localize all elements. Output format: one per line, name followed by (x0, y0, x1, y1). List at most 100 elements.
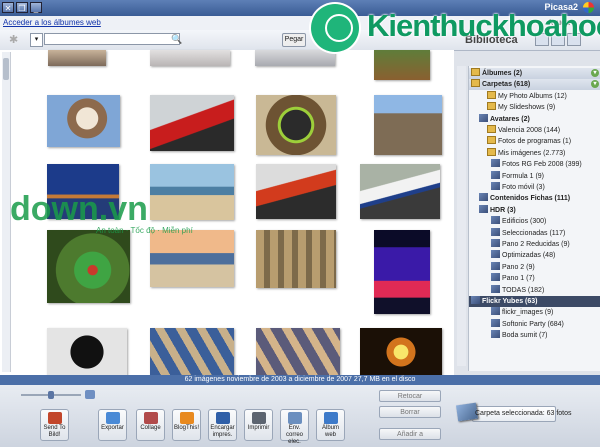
library-tree-item[interactable]: TODAS (182) (469, 284, 600, 296)
search-input[interactable] (44, 33, 180, 45)
zoom-icon[interactable] (85, 390, 95, 399)
sort-dropdown[interactable]: ▾ (30, 33, 43, 47)
watermark-bottom: down.vn An toàn · Tốc độ · Miễn phí (0, 190, 210, 240)
photo-thumbnail[interactable] (150, 95, 234, 151)
tool-button-1[interactable]: Env. correo elec. (280, 409, 309, 445)
photo-thumbnail[interactable] (256, 230, 336, 288)
photo-folder-icon (471, 296, 480, 304)
web-albums-link[interactable]: Acceder a los álbumes web (3, 18, 101, 27)
library-tree-item[interactable]: Flickr Yubes (63) (469, 296, 600, 307)
photo-thumbnail[interactable] (256, 328, 340, 376)
folder-icon (487, 90, 496, 99)
library-tree-label: Edificios (300) (502, 218, 547, 226)
photo-thumbnail[interactable] (150, 328, 234, 376)
library-tree-item[interactable]: Softonic Party (684) (469, 318, 600, 330)
library-tree-label: Mis imágenes (2.773) (498, 149, 566, 157)
delete-button[interactable]: Borrar (379, 406, 441, 418)
library-tree-item[interactable]: Formula 1 (9) (469, 170, 600, 182)
photo-thumbnail[interactable] (360, 328, 442, 376)
library-tree-item[interactable]: Valencia 2008 (144) (469, 125, 600, 136)
star-icon[interactable]: ✱ (9, 33, 18, 46)
photo-thumbnail[interactable] (256, 95, 336, 155)
photo-folder-icon (491, 318, 500, 327)
library-tree-item[interactable]: Avatares (2) (469, 113, 600, 125)
photo-folder-icon (479, 193, 488, 202)
library-tree-label: Optimizadas (48) (502, 252, 556, 260)
photo-folder-icon (491, 273, 500, 282)
folder-icon (471, 68, 480, 76)
maximize-button[interactable]: ❐ (16, 2, 28, 13)
library-tree-item[interactable]: Fotos de programas (1) (469, 136, 600, 147)
library-tree-item[interactable]: Pano 2 Reducidas (9) (469, 239, 600, 250)
folder-icon (487, 125, 496, 133)
library-tree-label: Contenidos Fichas (111) (490, 195, 571, 203)
tool-label: Send To Bild! (43, 425, 66, 438)
library-tree-item[interactable]: Mis imágenes (2.773) (469, 147, 600, 159)
zoom-slider[interactable] (15, 390, 95, 400)
scroll-thumb[interactable] (3, 58, 9, 80)
library-tree-item[interactable]: Álbumes (2) ▾ (469, 68, 600, 79)
photo-folder-icon (491, 227, 500, 236)
folder-icon (471, 79, 480, 88)
photo-thumbnail[interactable] (48, 50, 106, 66)
tool-button-4[interactable]: BlogThis! (172, 409, 201, 441)
library-tree-label: Formula 1 (9) (502, 172, 545, 180)
library-tree: Álbumes (2) ▾ Carpetas (618) ▾ My Photo Albu… (468, 66, 600, 371)
add-to-button[interactable]: Añadir a (379, 428, 441, 440)
paste-button[interactable]: Pegar (282, 33, 306, 47)
tool-icon (323, 412, 338, 424)
photo-thumbnail[interactable] (150, 50, 230, 66)
library-tree-item[interactable]: Carpetas (618) ▾ (469, 79, 600, 91)
photo-folder-icon (479, 204, 488, 213)
photo-thumbnail[interactable] (374, 230, 430, 314)
search-icon[interactable]: 🔍 (171, 34, 182, 45)
photo-folder-icon (491, 239, 500, 247)
tool-button-6[interactable]: Exportar (98, 409, 127, 441)
photo-thumbnail[interactable] (47, 328, 127, 376)
library-tree-item[interactable]: Optimizadas (48) (469, 250, 600, 261)
library-tree-label: Fotos RG Feb 2008 (399) (502, 161, 582, 169)
tool-icon (251, 412, 266, 424)
library-tree-item[interactable]: Seleccionadas (117) (469, 227, 600, 239)
photo-thumbnail[interactable] (47, 230, 130, 303)
tool-icon (215, 412, 230, 424)
photo-thumbnail[interactable] (374, 95, 442, 155)
library-tree-item[interactable]: Pano 2 (9) (469, 261, 600, 273)
zoom-knob[interactable] (48, 391, 54, 399)
tool-icon (47, 412, 62, 424)
library-tree-item[interactable]: flickr_images (9) (469, 307, 600, 318)
tool-icon (287, 412, 302, 424)
retouch-button[interactable]: Retocar (379, 390, 441, 402)
tool-button-7[interactable]: Send To Bild! (40, 409, 69, 441)
library-tree-item[interactable]: My Slideshows (9) (469, 102, 600, 113)
library-tree-item[interactable]: My Photo Albums (12) (469, 90, 600, 102)
library-tree-item[interactable]: Fotos RG Feb 2008 (399) (469, 159, 600, 170)
photo-thumbnail[interactable] (256, 164, 336, 219)
watermark-tagline: An toàn · Tốc độ · Miễn phí (96, 226, 193, 235)
photo-folder-icon (491, 307, 500, 316)
library-tree-item[interactable]: Pano 1 (7) (469, 273, 600, 284)
tool-button-2[interactable]: Imprimir (244, 409, 273, 441)
library-tree-item[interactable]: HDR (3) (469, 204, 600, 216)
library-tree-item[interactable]: Boda sumit (7) (469, 330, 600, 341)
folder-icon (487, 136, 496, 145)
minimize-button[interactable]: _ (30, 2, 42, 13)
expand-arrow-icon[interactable]: ▾ (591, 69, 599, 77)
library-tree-label: Valencia 2008 (144) (498, 127, 561, 134)
expand-arrow-icon[interactable]: ▾ (591, 80, 599, 89)
photo-thumbnail[interactable] (360, 164, 440, 219)
library-tree-item[interactable]: Contenidos Fichas (111) (469, 193, 600, 204)
tool-button-3[interactable]: Encargar impres. (208, 409, 237, 441)
library-tree-item[interactable]: Edificios (300) (469, 216, 600, 227)
library-scrollbar[interactable] (457, 66, 466, 366)
library-tree-label: flickr_images (9) (502, 309, 554, 317)
tool-icon (105, 412, 120, 424)
tool-button-0[interactable]: Álbum web (316, 409, 345, 441)
close-button[interactable]: ✕ (2, 2, 14, 13)
library-tree-label: Carpetas (618) (482, 81, 531, 89)
library-tree-item[interactable]: Foto móvil (3) (469, 182, 600, 193)
photo-thumbnail[interactable] (47, 95, 120, 147)
tool-button-5[interactable]: Collage (136, 409, 165, 441)
tool-label: Encargar impres. (210, 425, 235, 438)
library-tree-label: Seleccionadas (117) (502, 229, 566, 237)
